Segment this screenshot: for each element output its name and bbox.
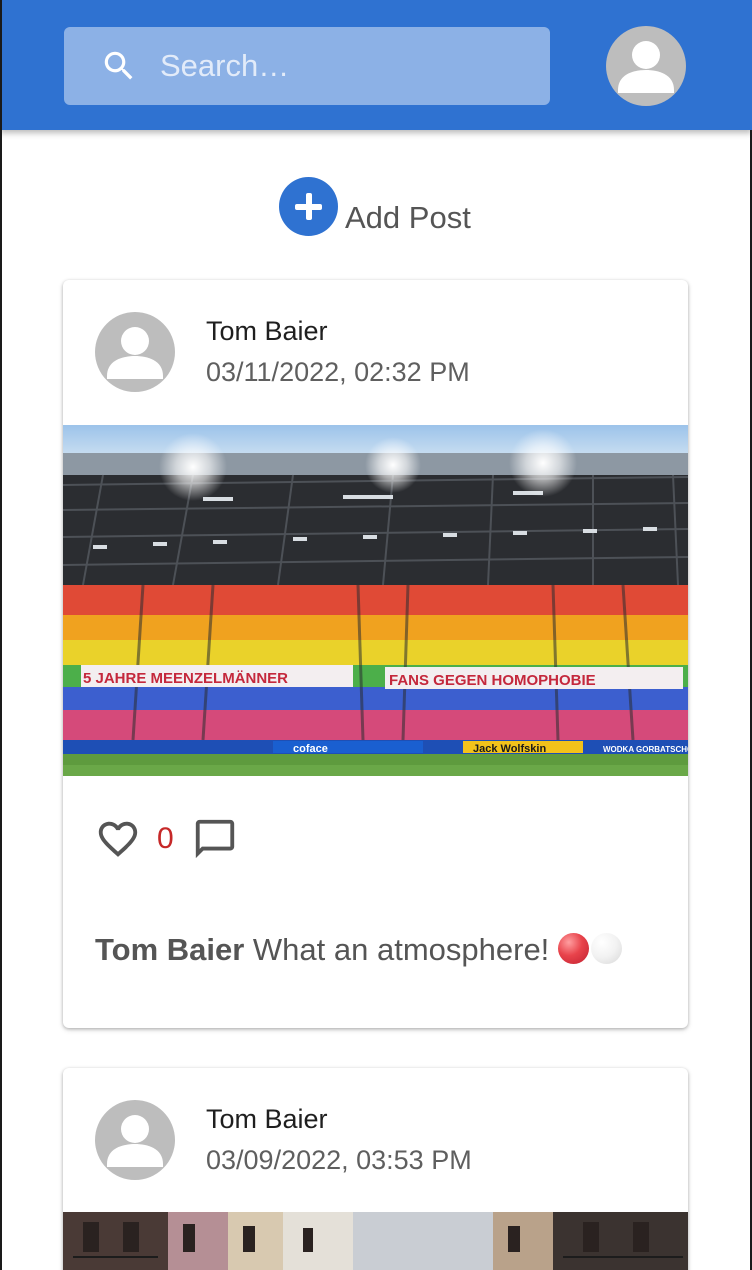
heart-outline-icon[interactable] [95,816,141,862]
ad-text: WODKA GORBATSCHOW [603,745,688,754]
red-circle-emoji [557,933,589,964]
banner-text: FANS GEGEN HOMOPHOBIE [389,672,596,689]
post-image[interactable] [63,1212,688,1270]
post-caption: Tom Baier What an atmosphere! [95,932,622,968]
post-date: 03/11/2022, 02:32 PM [206,357,470,387]
like-count: 0 [157,822,174,855]
search-input[interactable] [160,27,530,105]
person-icon [107,327,163,379]
post-card: Tom Baier 03/09/2022, 03:53 PM [63,1068,688,1270]
person-icon [618,41,674,93]
ad-text: coface [293,743,328,755]
comment-icon[interactable] [192,816,238,862]
add-circle-icon [279,177,338,236]
caption-text: What an atmosphere! [252,932,550,967]
caption-author[interactable]: Tom Baier [95,932,244,967]
author-avatar[interactable] [95,312,175,392]
search-box[interactable] [64,27,550,105]
person-icon [107,1115,163,1167]
author-avatar[interactable] [95,1100,175,1180]
street-photo [63,1212,688,1270]
author-name[interactable]: Tom Baier [206,316,328,347]
app-bar [0,0,752,130]
account-avatar[interactable] [606,26,686,106]
banner-text: 5 JAHRE MEENZELMÄNNER [83,670,288,687]
frame-border [0,0,2,1270]
add-post-button[interactable]: Add Post [279,176,471,236]
add-post-label: Add Post [345,200,471,235]
post-date: 03/09/2022, 03:53 PM [206,1145,472,1175]
white-circle-emoji [590,933,622,964]
post-card: Tom Baier 03/11/2022, 02:32 PM 5 JAHRE M… [63,280,688,1028]
ad-text: Jack Wolfskin [473,743,546,755]
search-icon [104,51,133,80]
post-actions: 0 [95,816,238,862]
stadium-photo: 5 JAHRE MEENZELMÄNNER FANS GEGEN HOMOPHO… [63,425,688,776]
author-name[interactable]: Tom Baier [206,1104,328,1135]
post-image[interactable]: 5 JAHRE MEENZELMÄNNER FANS GEGEN HOMOPHO… [63,425,688,776]
